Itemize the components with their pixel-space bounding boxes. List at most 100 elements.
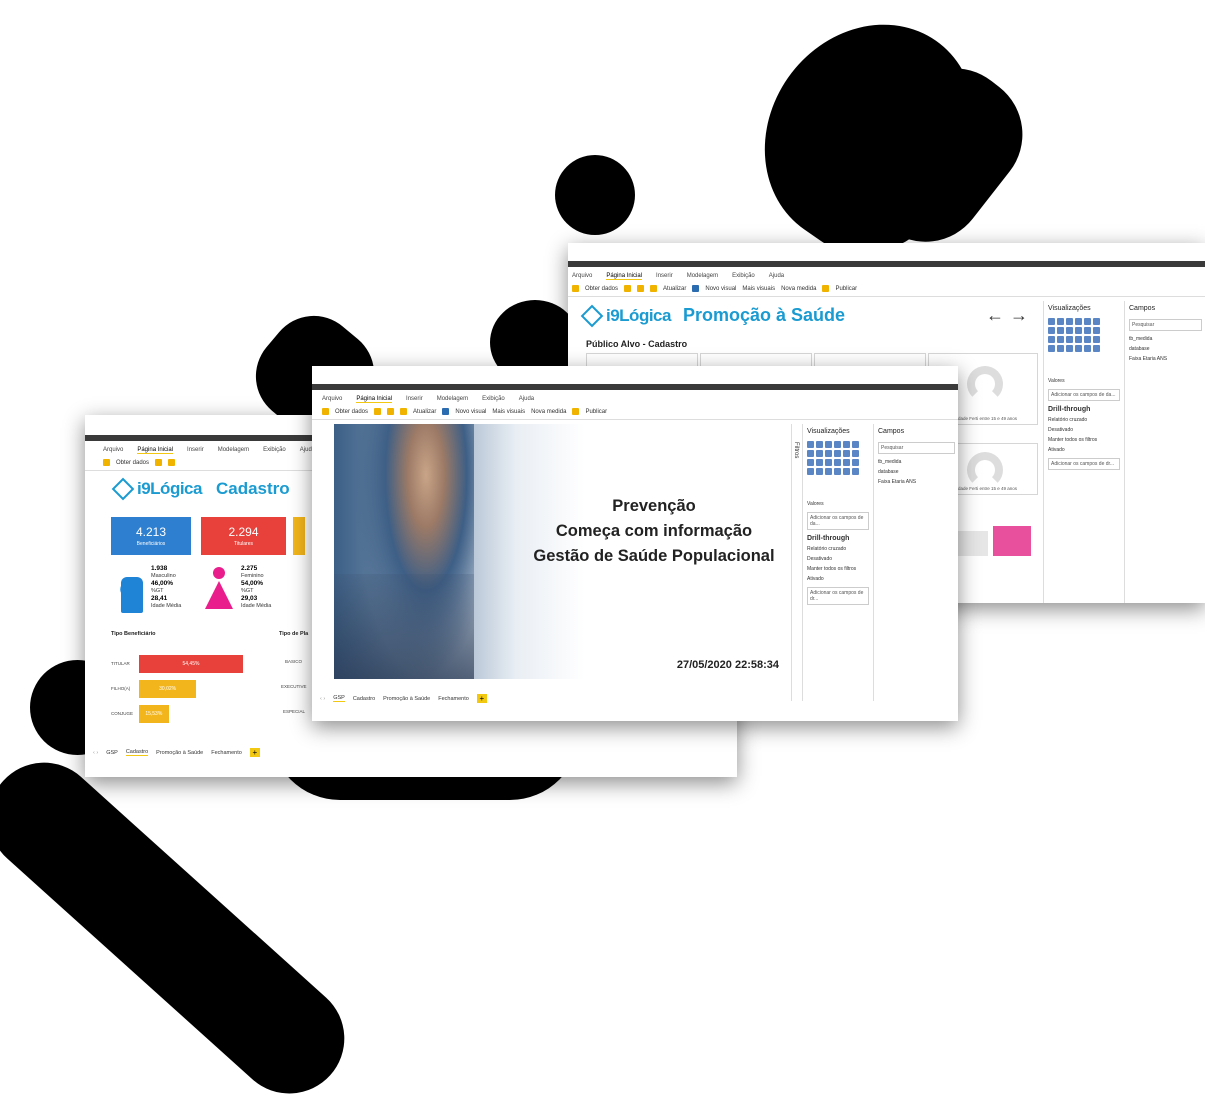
visual-icons-grid[interactable]: [803, 439, 873, 477]
kpi-titulares[interactable]: 2.294 Titulares: [201, 517, 286, 555]
menu-exibicao[interactable]: Exibição: [732, 273, 755, 280]
male-age: 28,41: [151, 595, 168, 602]
menu-inserir[interactable]: Inserir: [187, 447, 204, 454]
publish-button[interactable]: Publicar: [835, 286, 857, 292]
menu-arquivo[interactable]: Arquivo: [103, 447, 123, 454]
menu-ajuda[interactable]: Ajuda: [519, 396, 534, 403]
add-page-button[interactable]: +: [476, 694, 487, 703]
drill-drop[interactable]: Adicionar os campos de dr...: [807, 587, 869, 605]
pink-block: [993, 526, 1031, 556]
tab-cadastro[interactable]: Cadastro: [125, 749, 149, 756]
menu-pagina-inicial[interactable]: Página Inicial: [606, 273, 643, 280]
male-count: 1.938: [151, 565, 168, 572]
fields-search[interactable]: Pesquisar: [878, 442, 955, 454]
forward-nav-arrow[interactable]: →: [1010, 305, 1028, 326]
tab-gsp[interactable]: GSP: [106, 750, 118, 756]
tab-promocao[interactable]: Promoção à Saúde: [383, 696, 430, 702]
menu-pagina-inicial[interactable]: Página Inicial: [356, 396, 393, 403]
kpi-beneficiarios[interactable]: 4.213 Beneficiários: [111, 517, 191, 555]
get-data-button[interactable]: Obter dados: [585, 286, 618, 292]
menu-modelagem[interactable]: Modelagem: [218, 447, 249, 454]
kpi-third-partial[interactable]: [293, 517, 305, 555]
gauge-arc: [967, 366, 1003, 402]
field-faixa-etaria[interactable]: Faixa Etaria ANS: [1125, 354, 1205, 364]
menu-pagina-inicial[interactable]: Página Inicial: [137, 447, 174, 454]
ribbon: Obter dados Atualizar Novo visual Mais v…: [312, 405, 958, 420]
tab-fechamento[interactable]: Fechamento: [211, 750, 242, 756]
tab-promocao[interactable]: Promoção à Saúde: [156, 750, 203, 756]
field-database[interactable]: database: [874, 467, 958, 477]
new-measure-button[interactable]: Nova medida: [781, 286, 816, 292]
more-visuals-button[interactable]: Mais visuais: [742, 286, 775, 292]
menu-arquivo[interactable]: Arquivo: [322, 396, 342, 403]
new-measure-button[interactable]: Nova medida: [531, 409, 566, 415]
menu-exibicao[interactable]: Exibição: [263, 447, 286, 454]
get-data-button[interactable]: Obter dados: [116, 460, 149, 466]
drill-drop[interactable]: Adicionar os campos de dr...: [1048, 458, 1120, 470]
menu-modelagem[interactable]: Modelagem: [687, 273, 718, 280]
get-data-button[interactable]: Obter dados: [335, 409, 368, 415]
menu-exibicao[interactable]: Exibição: [482, 396, 505, 403]
menu-inserir[interactable]: Inserir: [406, 396, 423, 403]
refresh-button[interactable]: Atualizar: [663, 286, 686, 292]
page-title: Cadastro: [215, 479, 290, 498]
menu-ajuda[interactable]: Ajuda: [769, 273, 784, 280]
bar-filhoa[interactable]: 30,02%: [139, 680, 197, 698]
menu-modelagem[interactable]: Modelagem: [437, 396, 468, 403]
tab-cadastro[interactable]: Cadastro: [353, 696, 375, 702]
excel-icon[interactable]: [624, 285, 632, 292]
tab-prev-arrow[interactable]: ‹ ›: [93, 750, 98, 756]
drillthrough-header: Drill-through: [807, 535, 850, 542]
refresh-button[interactable]: Atualizar: [413, 409, 436, 415]
tab-fechamento[interactable]: Fechamento: [438, 696, 469, 702]
field-database[interactable]: database: [1125, 344, 1205, 354]
values-drop[interactable]: Adicionar os campos de da...: [807, 512, 869, 530]
hero-text-block: Prevenção Começa com informação Gestão d…: [504, 494, 804, 569]
publish-button[interactable]: Publicar: [585, 409, 607, 415]
fields-search[interactable]: Pesquisar: [1129, 319, 1202, 331]
kpi-titulares-label: Titulares: [234, 541, 253, 547]
dataset-icon[interactable]: [387, 408, 395, 415]
excel-icon[interactable]: [155, 459, 163, 466]
logo-icon: [580, 304, 604, 327]
cross-report-toggle[interactable]: Desativado: [803, 554, 873, 564]
new-visual-button[interactable]: Novo visual: [705, 286, 736, 292]
dataset-icon[interactable]: [637, 285, 645, 292]
excel-icon[interactable]: [374, 408, 382, 415]
section-tipo-plano: Tipo de Pla: [279, 631, 309, 637]
tab-gsp[interactable]: GSP: [333, 695, 345, 702]
female-label: Feminino: [241, 573, 264, 579]
male-pct-label: %GT: [151, 588, 164, 594]
menu-arquivo[interactable]: Arquivo: [572, 273, 592, 280]
filters-collapsed[interactable]: Filtros: [791, 424, 802, 701]
menu-inserir[interactable]: Inserir: [656, 273, 673, 280]
page-tabs: ‹ › GSP Cadastro Promoção à Saúde Fecham…: [85, 748, 737, 757]
keep-filters-toggle[interactable]: Ativado: [803, 574, 873, 584]
field-faixa-etaria[interactable]: Faixa Etaria ANS: [874, 477, 958, 487]
field-tb-medida[interactable]: tb_medida: [1125, 334, 1205, 344]
plan-label-executive: EXECUTIVE: [281, 684, 307, 689]
visualizations-header: Visualizações: [807, 428, 850, 435]
page-title: Promoção à Saúde: [682, 305, 846, 325]
sql-icon[interactable]: [650, 285, 658, 292]
sql-icon[interactable]: [400, 408, 408, 415]
tab-prev-arrow[interactable]: ‹ ›: [320, 696, 325, 702]
field-tb-medida[interactable]: tb_medida: [874, 457, 958, 467]
visual-icons-grid[interactable]: [1044, 316, 1124, 354]
new-visual-button[interactable]: Novo visual: [455, 409, 486, 415]
bar-label: FILHO(A): [111, 686, 131, 691]
cross-report-toggle[interactable]: Desativado: [1044, 425, 1124, 435]
bar-titular[interactable]: 54,45%: [139, 655, 243, 673]
logo-text: i9Lógica: [606, 305, 671, 325]
cross-report-label: Relatório cruzado: [807, 546, 847, 552]
timestamp: 27/05/2020 22:58:34: [676, 659, 779, 671]
keep-filters-toggle[interactable]: Ativado: [1044, 445, 1124, 455]
more-visuals-button[interactable]: Mais visuais: [492, 409, 525, 415]
bar-conjuge[interactable]: 15,53%: [139, 705, 169, 723]
back-nav-arrow[interactable]: ←: [986, 305, 1004, 326]
add-page-button[interactable]: +: [249, 748, 260, 757]
values-label: Valores: [1048, 378, 1065, 384]
values-drop[interactable]: Adicionar os campos de da...: [1048, 389, 1120, 401]
dataset-icon[interactable]: [168, 459, 176, 466]
female-age: 29,03: [241, 595, 258, 602]
